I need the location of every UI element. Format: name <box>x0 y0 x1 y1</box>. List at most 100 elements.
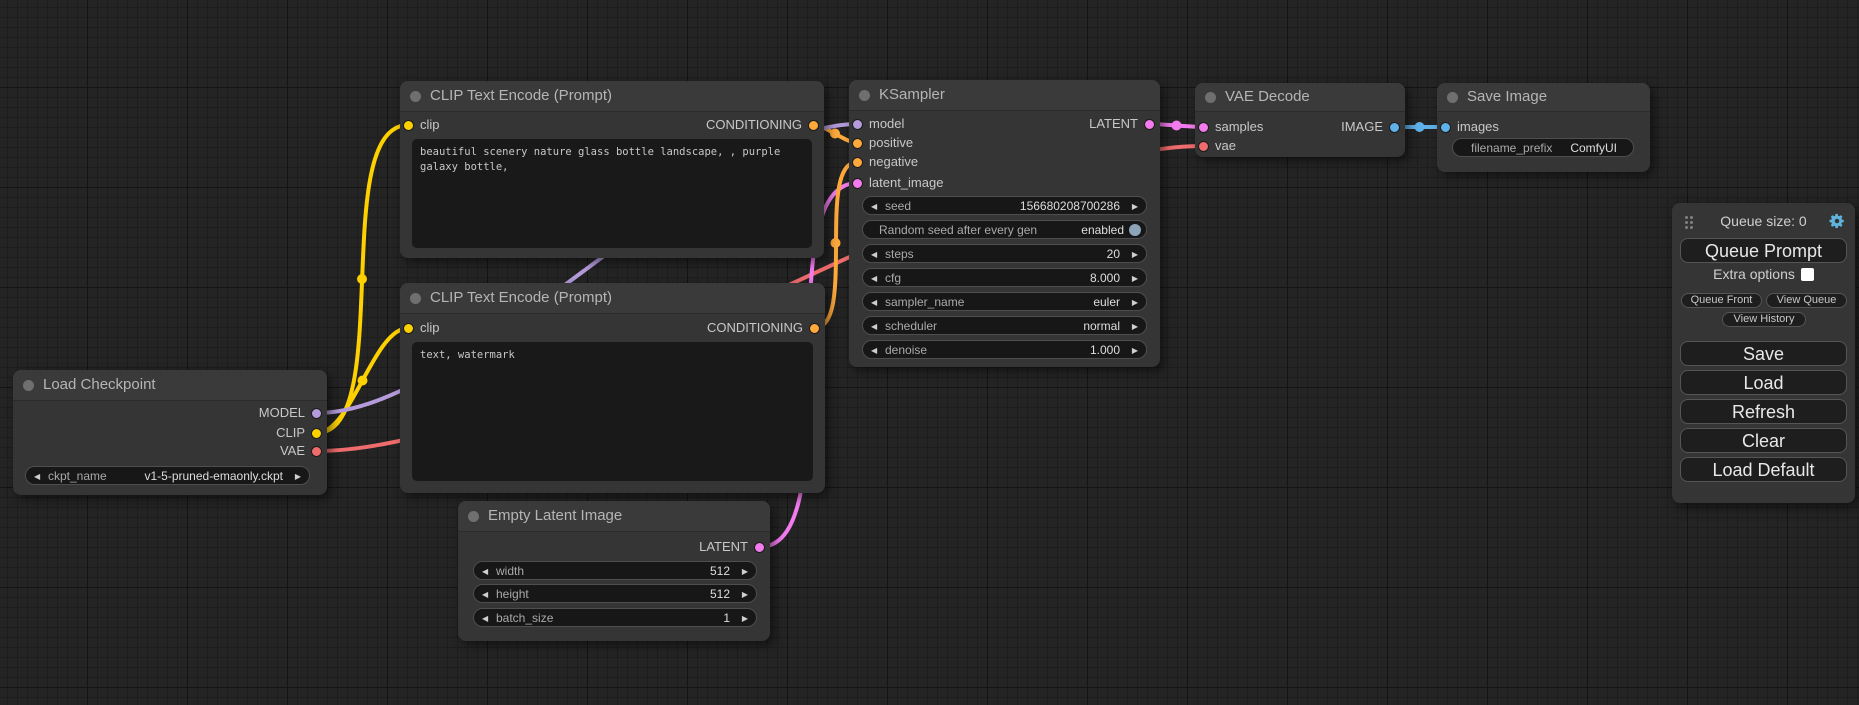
conditioning-output-port[interactable] <box>808 120 819 131</box>
save-button[interactable]: Save <box>1680 341 1847 366</box>
positive-prompt-textarea[interactable]: beautiful scenery nature glass bottle la… <box>412 139 812 248</box>
negative-prompt-textarea[interactable]: text, watermark <box>412 342 813 481</box>
clip-input-port[interactable] <box>403 120 414 131</box>
vae-output-port[interactable] <box>311 446 322 457</box>
decrement-arrow-icon[interactable]: ◀ <box>871 317 877 336</box>
link-midpoint-dot <box>1172 121 1182 131</box>
model-input-port[interactable] <box>852 119 863 130</box>
extra-options-checkbox[interactable] <box>1801 268 1814 281</box>
denoise-widget[interactable]: ◀ denoise 1.000 ▶ <box>862 340 1147 359</box>
latent-output-port[interactable] <box>754 542 765 553</box>
node-empty-latent-image[interactable]: Empty Latent Image LATENT ◀ width 512 ▶ … <box>458 501 770 641</box>
queue-front-button[interactable]: Queue Front <box>1681 293 1762 308</box>
random-seed-toggle-widget[interactable]: Random seed after every gen enabled <box>862 220 1147 239</box>
collapse-dot-icon[interactable] <box>468 511 479 522</box>
steps-widget[interactable]: ◀ steps 20 ▶ <box>862 244 1147 263</box>
view-history-button[interactable]: View History <box>1722 312 1806 327</box>
decrement-arrow-icon[interactable]: ◀ <box>871 293 877 312</box>
increment-arrow-icon[interactable]: ▶ <box>295 467 301 486</box>
clip-output-port[interactable] <box>311 428 322 439</box>
node-save-image[interactable]: Save Image images filename_prefix ComfyU… <box>1437 83 1650 172</box>
widget-value: euler <box>1093 293 1120 312</box>
increment-arrow-icon[interactable]: ▶ <box>1132 341 1138 360</box>
node-title-bar[interactable]: Save Image <box>1437 83 1650 112</box>
widget-label: cfg <box>885 269 901 288</box>
increment-arrow-icon[interactable]: ▶ <box>1132 269 1138 288</box>
ckpt-name-widget[interactable]: ◀ ckpt_name v1-5-pruned-emaonly.ckpt ▶ <box>25 466 310 485</box>
decrement-arrow-icon[interactable]: ◀ <box>871 269 877 288</box>
negative-input-port[interactable] <box>852 157 863 168</box>
node-title-bar[interactable]: KSampler <box>849 80 1160 111</box>
collapse-dot-icon[interactable] <box>410 91 421 102</box>
load-button[interactable]: Load <box>1680 370 1847 395</box>
queue-panel[interactable]: Queue size: 0 Queue Prompt Extra options… <box>1672 203 1855 503</box>
samples-input-port[interactable] <box>1198 122 1209 133</box>
output-label: LATENT <box>1089 115 1138 133</box>
filename-prefix-widget[interactable]: filename_prefix ComfyUI <box>1452 138 1634 157</box>
node-title-bar[interactable]: CLIP Text Encode (Prompt) <box>400 81 824 112</box>
link-midpoint-dot <box>831 238 841 248</box>
port-row: LATENT <box>458 538 770 556</box>
conditioning-output-port[interactable] <box>809 323 820 334</box>
load-default-button[interactable]: Load Default <box>1680 457 1847 482</box>
latent-output-port[interactable] <box>1144 119 1155 130</box>
increment-arrow-icon[interactable]: ▶ <box>742 562 748 581</box>
view-queue-button[interactable]: View Queue <box>1766 293 1847 308</box>
clear-button[interactable]: Clear <box>1680 428 1847 453</box>
positive-input-port[interactable] <box>852 138 863 149</box>
increment-arrow-icon[interactable]: ▶ <box>1132 317 1138 336</box>
widget-label: batch_size <box>496 609 553 628</box>
scheduler-widget[interactable]: ◀ scheduler normal ▶ <box>862 316 1147 335</box>
collapse-dot-icon[interactable] <box>859 90 870 101</box>
decrement-arrow-icon[interactable]: ◀ <box>871 341 877 360</box>
increment-arrow-icon[interactable]: ▶ <box>742 585 748 604</box>
node-title-bar[interactable]: CLIP Text Encode (Prompt) <box>400 283 825 314</box>
clip-input-port[interactable] <box>403 323 414 334</box>
port-row: samples IMAGE <box>1195 118 1405 136</box>
node-title-bar[interactable]: VAE Decode <box>1195 83 1405 112</box>
model-output-port[interactable] <box>311 408 322 419</box>
queue-prompt-button[interactable]: Queue Prompt <box>1680 238 1847 263</box>
increment-arrow-icon[interactable]: ▶ <box>1132 293 1138 312</box>
collapse-dot-icon[interactable] <box>23 380 34 391</box>
latent-image-input-port[interactable] <box>852 178 863 189</box>
node-title-bar[interactable]: Empty Latent Image <box>458 501 770 532</box>
toggle-knob-icon[interactable] <box>1129 224 1141 236</box>
vae-input-port[interactable] <box>1198 141 1209 152</box>
decrement-arrow-icon[interactable]: ◀ <box>871 245 877 264</box>
output-label: VAE <box>280 442 305 460</box>
cfg-widget[interactable]: ◀ cfg 8.000 ▶ <box>862 268 1147 287</box>
input-label: vae <box>1215 137 1236 155</box>
node-ksampler[interactable]: KSampler model LATENT positive negative … <box>849 80 1160 367</box>
collapse-dot-icon[interactable] <box>410 293 421 304</box>
increment-arrow-icon[interactable]: ▶ <box>1132 245 1138 264</box>
decrement-arrow-icon[interactable]: ◀ <box>482 585 488 604</box>
image-output-port[interactable] <box>1389 122 1400 133</box>
node-graph-canvas[interactable]: Load Checkpoint MODEL CLIP VAE ◀ ckpt_na… <box>0 0 1859 705</box>
increment-arrow-icon[interactable]: ▶ <box>1132 197 1138 216</box>
node-title-bar[interactable]: Load Checkpoint <box>13 370 327 401</box>
width-widget[interactable]: ◀ width 512 ▶ <box>473 561 757 580</box>
refresh-button[interactable]: Refresh <box>1680 399 1847 424</box>
collapse-dot-icon[interactable] <box>1205 92 1216 103</box>
decrement-arrow-icon[interactable]: ◀ <box>34 467 40 486</box>
node-vae-decode[interactable]: VAE Decode samples IMAGE vae <box>1195 83 1405 157</box>
decrement-arrow-icon[interactable]: ◀ <box>482 609 488 628</box>
input-label: negative <box>869 153 918 171</box>
node-clip-text-encode-negative[interactable]: CLIP Text Encode (Prompt) clip CONDITION… <box>400 283 825 493</box>
collapse-dot-icon[interactable] <box>1447 92 1458 103</box>
batch-size-widget[interactable]: ◀ batch_size 1 ▶ <box>473 608 757 627</box>
node-load-checkpoint[interactable]: Load Checkpoint MODEL CLIP VAE ◀ ckpt_na… <box>13 370 327 495</box>
decrement-arrow-icon[interactable]: ◀ <box>871 197 877 216</box>
increment-arrow-icon[interactable]: ▶ <box>742 609 748 628</box>
decrement-arrow-icon[interactable]: ◀ <box>482 562 488 581</box>
node-clip-text-encode-positive[interactable]: CLIP Text Encode (Prompt) clip CONDITION… <box>400 81 824 258</box>
seed-widget[interactable]: ◀ seed 156680208700286 ▶ <box>862 196 1147 215</box>
widget-label: ckpt_name <box>48 467 107 486</box>
height-widget[interactable]: ◀ height 512 ▶ <box>473 584 757 603</box>
settings-gear-icon[interactable] <box>1828 212 1846 230</box>
sampler-name-widget[interactable]: ◀ sampler_name euler ▶ <box>862 292 1147 311</box>
widget-value: 8.000 <box>1090 269 1120 288</box>
images-input-port[interactable] <box>1440 122 1451 133</box>
widget-value: 1 <box>723 609 730 628</box>
